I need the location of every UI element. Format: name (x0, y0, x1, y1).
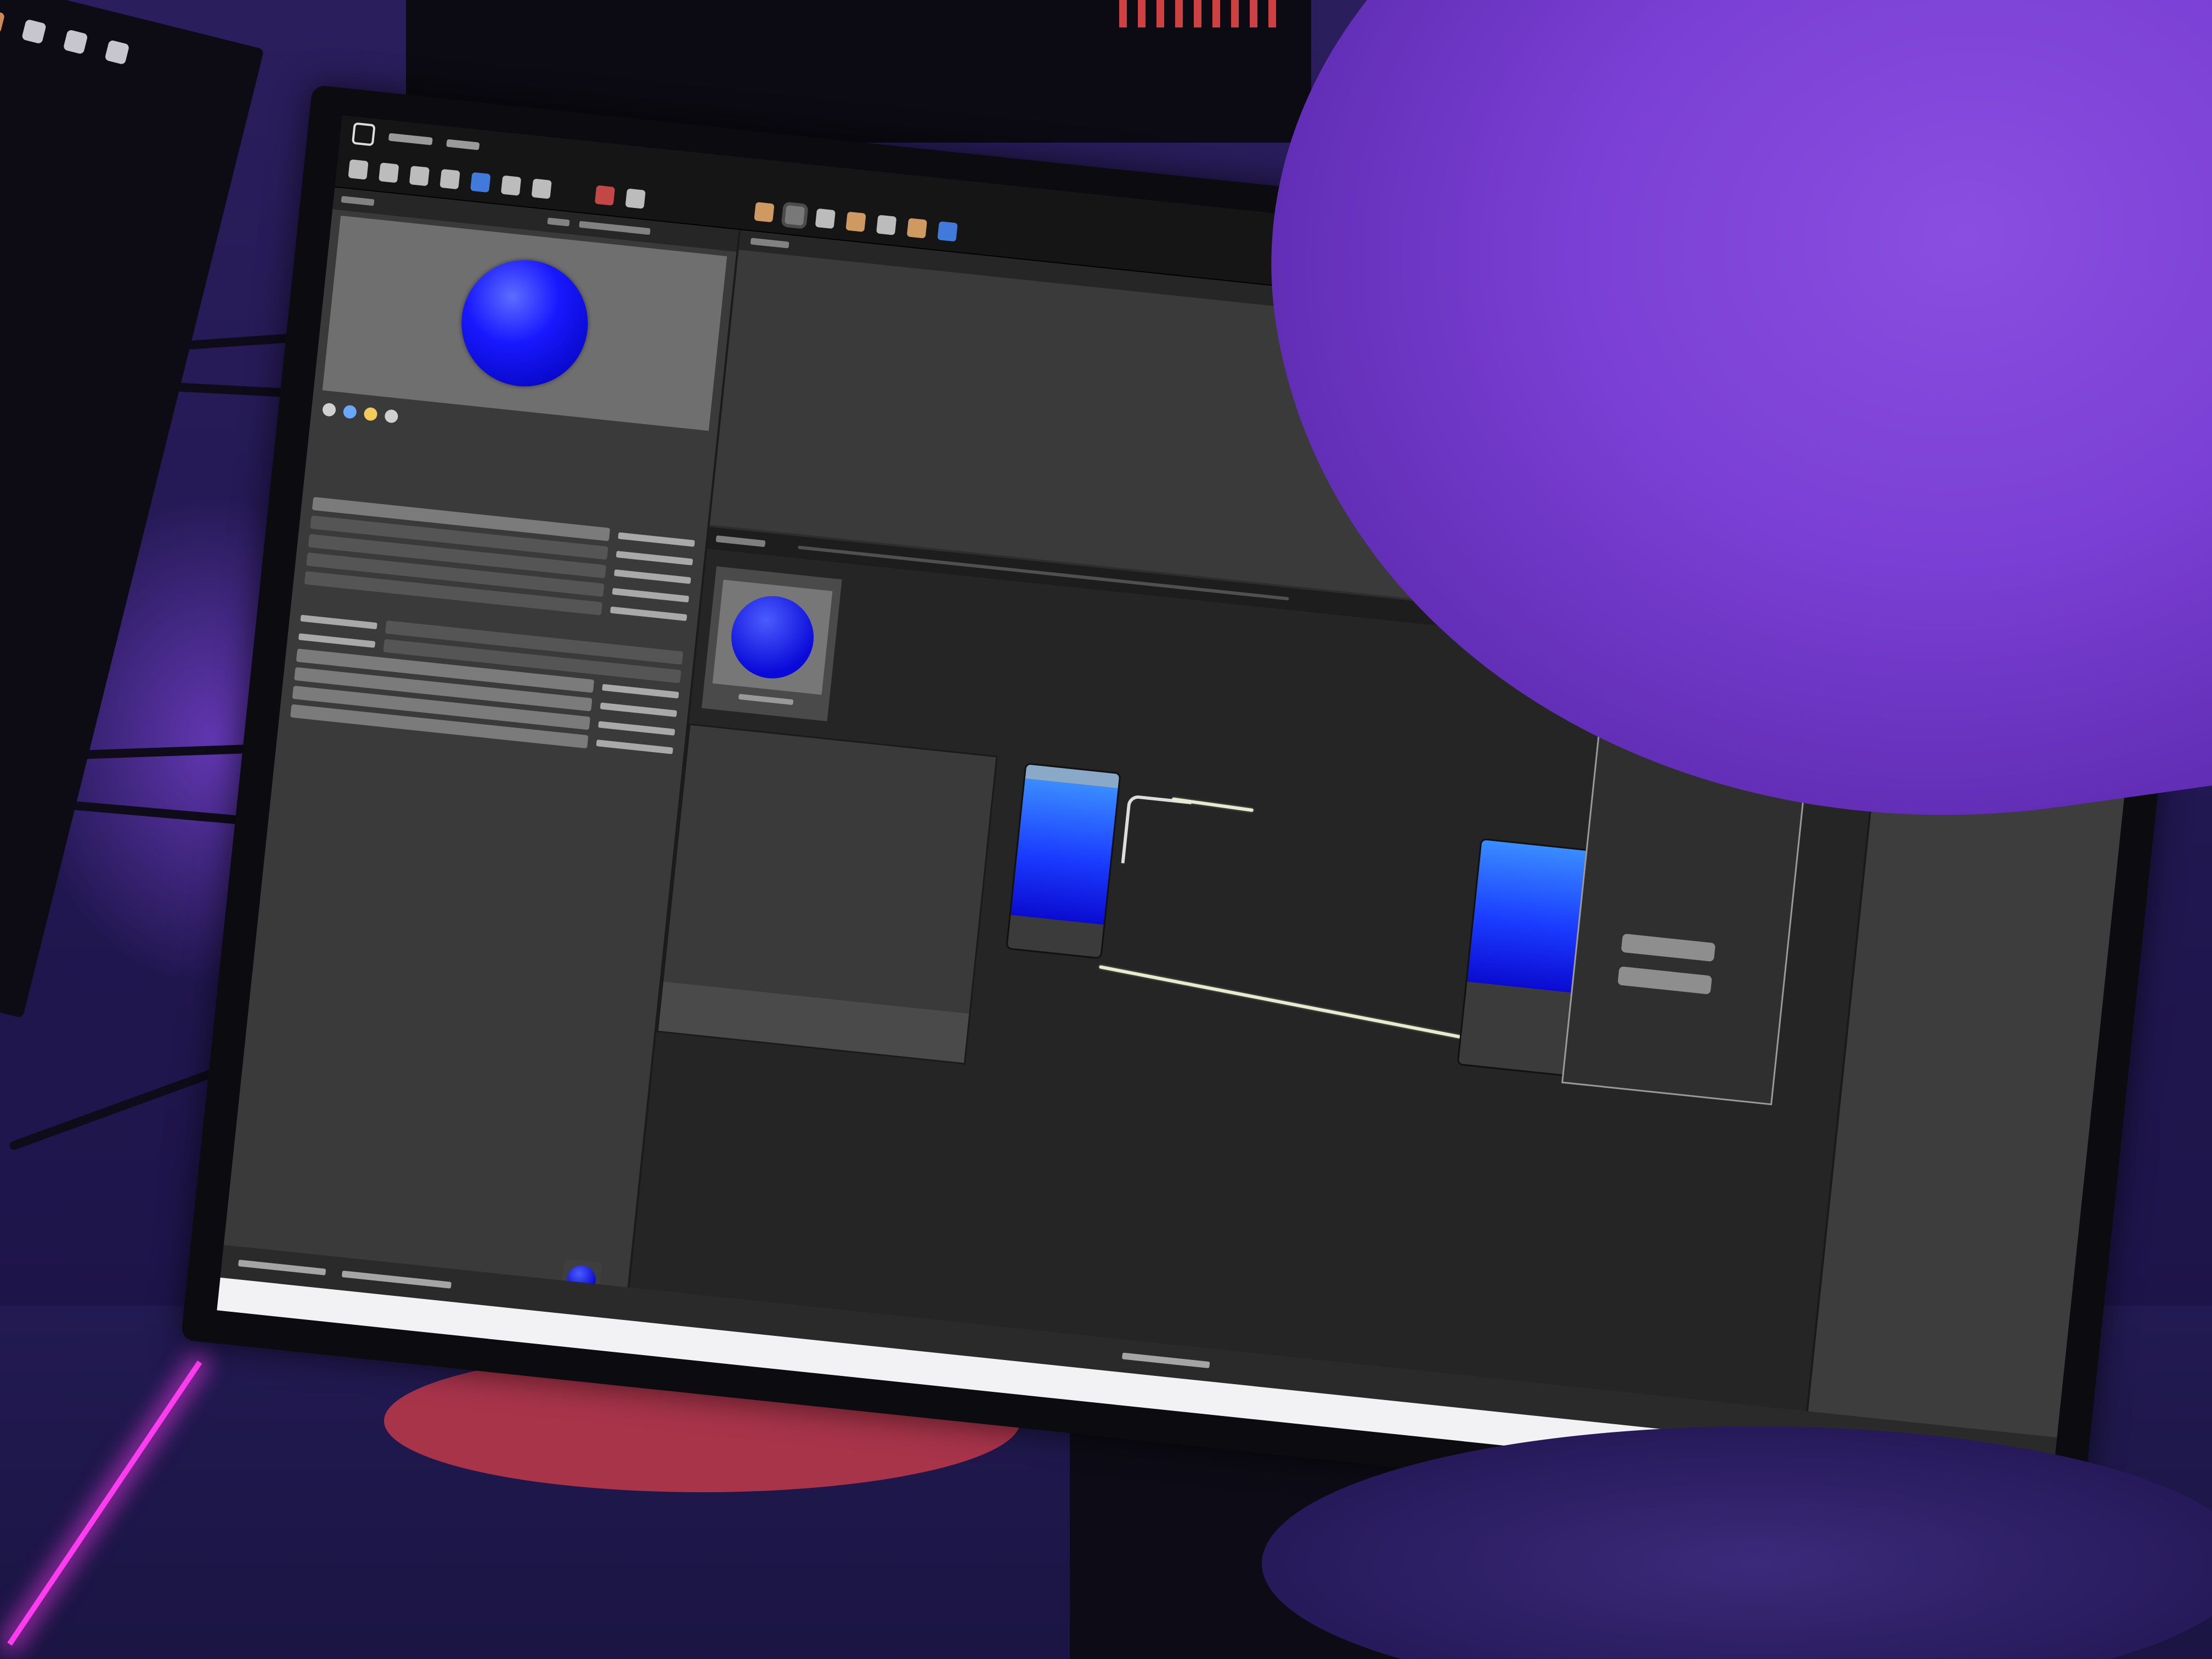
property-label (610, 606, 687, 622)
property-label (612, 588, 690, 603)
wire (1121, 794, 1192, 870)
preview-light-icon[interactable] (321, 402, 337, 417)
drop-icon[interactable] (815, 208, 836, 229)
property-label (614, 569, 691, 584)
wire (1098, 965, 1466, 1040)
texture-node[interactable] (1007, 764, 1120, 958)
preview-sphere (455, 253, 594, 393)
menu-item[interactable] (446, 139, 480, 150)
eye-icon[interactable] (625, 188, 646, 209)
property-label (618, 532, 695, 547)
properties-list (290, 494, 695, 760)
tab-details[interactable] (547, 217, 570, 227)
history-icon[interactable] (379, 162, 399, 183)
palette-footer (658, 981, 969, 1063)
tab-settings[interactable] (579, 221, 651, 235)
menu-item[interactable] (388, 133, 433, 145)
light-icon[interactable] (594, 185, 616, 206)
settings-icon[interactable] (439, 168, 460, 190)
app-logo-icon[interactable] (351, 122, 376, 146)
red-led-strip (1119, 0, 1284, 27)
plugin-icon[interactable] (845, 211, 866, 232)
property-label (602, 684, 679, 699)
plugin-icon[interactable] (906, 218, 928, 239)
output-pin[interactable] (1621, 933, 1716, 962)
preview-plane-icon[interactable] (363, 407, 378, 421)
scene-icon[interactable] (531, 178, 552, 199)
property-label (600, 702, 678, 718)
dock-app-icon (63, 29, 88, 55)
preview-sphere-icon[interactable] (342, 404, 357, 419)
graph-preview-label (738, 693, 794, 706)
dock-app-icon (0, 8, 5, 34)
property-label (298, 633, 376, 648)
tab-assets[interactable] (750, 238, 789, 249)
play-icon[interactable] (409, 165, 430, 187)
status-item (1122, 1352, 1210, 1369)
output-pin[interactable] (1617, 966, 1712, 995)
dock-app-icon (21, 19, 47, 44)
dock-app-icon (104, 40, 130, 65)
palette-panel (656, 723, 998, 1065)
save-icon[interactable] (348, 159, 369, 180)
status-item (341, 1270, 452, 1289)
property-label (616, 551, 693, 566)
tab-graph[interactable] (715, 535, 766, 548)
material-preview[interactable] (322, 216, 727, 431)
preview-cube-icon[interactable] (384, 409, 399, 424)
property-label (596, 740, 674, 754)
plugin-icon[interactable] (937, 221, 958, 242)
tab-preview[interactable] (341, 196, 375, 206)
graph-preview-sphere (727, 592, 818, 682)
sphere-icon[interactable] (784, 205, 805, 226)
property-label (598, 721, 675, 736)
property-label (300, 614, 377, 630)
plugin-icon[interactable] (876, 215, 897, 235)
fx-icon[interactable] (500, 175, 522, 196)
status-item (238, 1260, 326, 1276)
node-preview (1011, 778, 1118, 925)
bucket-icon[interactable] (754, 202, 775, 223)
texture-icon[interactable] (470, 172, 491, 193)
graph-preview[interactable] (701, 566, 842, 721)
photo-scene (0, 0, 2212, 1659)
